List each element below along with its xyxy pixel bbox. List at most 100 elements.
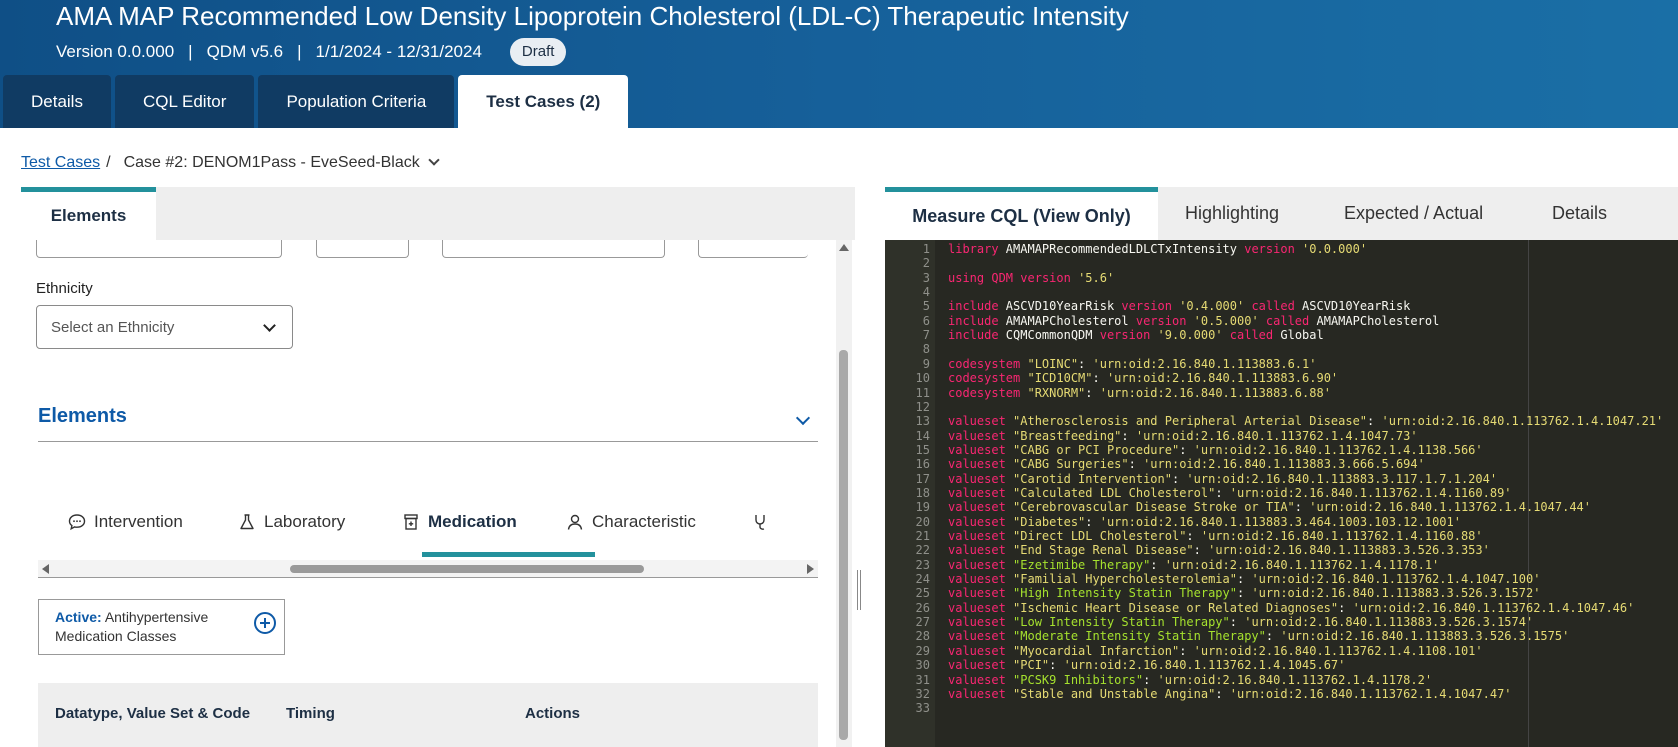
code-line: 21 valueset "Direct LDL Cholesterol": 'ur… bbox=[885, 529, 1678, 544]
tab-details[interactable]: Details bbox=[3, 75, 111, 128]
person-icon bbox=[567, 514, 583, 530]
line-number: 19 bbox=[915, 500, 930, 515]
code-line: 23 valueset "Ezetimibe Therapy": 'urn:oid… bbox=[885, 558, 1678, 573]
meta-separator: | bbox=[297, 42, 302, 61]
left-tab-bar: Elements bbox=[21, 187, 855, 240]
line-number: 22 bbox=[915, 543, 930, 558]
tab-population-criteria[interactable]: Population Criteria bbox=[258, 75, 455, 128]
line-number: 5 bbox=[922, 299, 930, 314]
data-elements-table-header: Datatype, Value Set & Code Timing Action… bbox=[38, 683, 818, 747]
stethoscope-icon bbox=[755, 515, 765, 530]
living-status-select[interactable] bbox=[316, 240, 409, 258]
code-text: codesystem "LOINC": 'urn:oid:2.16.840.1.… bbox=[948, 356, 1317, 371]
scroll-left-arrow-icon[interactable] bbox=[42, 564, 49, 574]
tab-cql-editor[interactable]: CQL Editor bbox=[114, 75, 255, 128]
race-select[interactable] bbox=[442, 240, 665, 258]
line-number: 24 bbox=[915, 572, 930, 587]
measure-period: 1/1/2024 - 12/31/2024 bbox=[315, 42, 482, 61]
line-number: 26 bbox=[915, 600, 930, 615]
ethnicity-select[interactable]: Select an Ethnicity bbox=[36, 305, 293, 349]
code-line: 6 include AMAMAPCholesterol version '0.5.… bbox=[885, 314, 1678, 329]
right-tab-bar: Measure CQL (View Only) Highlighting Exp… bbox=[885, 187, 1678, 240]
scrollbar-thumb[interactable] bbox=[290, 565, 644, 573]
code-line: 22 valueset "End Stage Renal Disease": 'u… bbox=[885, 543, 1678, 558]
code-text: valueset "Familial Hypercholesterolemia"… bbox=[948, 572, 1541, 587]
code-text: include AMAMAPCholesterol version '0.5.0… bbox=[948, 313, 1440, 328]
panel-resize-handle[interactable] bbox=[857, 570, 861, 610]
category-label: Characteristic bbox=[592, 512, 696, 531]
code-line: 3 using QDM version '5.6' bbox=[885, 271, 1678, 286]
code-line: 2 bbox=[885, 256, 1678, 271]
elements-panel: Elements Ethnicity Select an Ethnicity E… bbox=[21, 187, 855, 747]
scrollbar-thumb[interactable] bbox=[839, 350, 848, 740]
category-tab-characteristic[interactable]: Characteristic bbox=[566, 498, 696, 546]
breadcrumb-test-cases-link[interactable]: Test Cases bbox=[21, 154, 100, 172]
line-number: 32 bbox=[915, 686, 930, 701]
line-number: 21 bbox=[915, 529, 930, 543]
line-number: 33 bbox=[915, 701, 930, 716]
breadcrumb-current-case[interactable]: Case #2: DENOM1Pass - EveSeed-Black bbox=[124, 154, 420, 172]
column-header-datatype: Datatype, Value Set & Code bbox=[55, 705, 251, 722]
code-text: valueset "Calculated LDL Cholesterol": '… bbox=[948, 485, 1512, 500]
code-text: valueset "Low Intensity Statin Therapy":… bbox=[948, 615, 1534, 630]
measure-version: Version 0.0.000 bbox=[56, 42, 175, 61]
category-tab-laboratory[interactable]: Laboratory bbox=[238, 498, 345, 546]
tab-test-cases[interactable]: Test Cases (2) bbox=[458, 75, 629, 128]
birthdate-field[interactable] bbox=[36, 240, 282, 258]
code-line: 15 valueset "CABG or PCI Procedure": 'urn… bbox=[885, 443, 1678, 458]
line-number: 9 bbox=[922, 356, 930, 371]
line-number: 25 bbox=[915, 586, 930, 601]
code-line: 27 valueset "Low Intensity Statin Therapy… bbox=[885, 615, 1678, 630]
category-label: Intervention bbox=[94, 512, 183, 531]
code-text: valueset "CABG Surgeries": 'urn:oid:2.16… bbox=[948, 457, 1425, 472]
elements-section-header[interactable]: Elements bbox=[38, 395, 818, 442]
code-text: valueset "CABG or PCI Procedure": 'urn:o… bbox=[948, 442, 1483, 457]
flask-icon bbox=[240, 514, 254, 530]
line-number: 13 bbox=[915, 414, 930, 429]
vertical-scrollbar[interactable] bbox=[836, 240, 852, 747]
code-line: 20 valueset "Diabetes": 'urn:oid:2.16.840… bbox=[885, 515, 1678, 530]
cql-code-editor[interactable]: 1 library AMAMAPRecommendedLDLCTxIntensit… bbox=[885, 240, 1678, 747]
tab-right-details[interactable]: Details bbox=[1552, 187, 1607, 240]
scroll-right-arrow-icon[interactable] bbox=[807, 564, 814, 574]
code-line: 28 valueset "Moderate Intensity Statin Th… bbox=[885, 629, 1678, 644]
measure-tabs: Details CQL Editor Population Criteria T… bbox=[0, 75, 629, 128]
category-tab-more[interactable] bbox=[752, 498, 778, 546]
breadcrumb-separator: / bbox=[106, 154, 111, 171]
cql-panel: Measure CQL (View Only) Highlighting Exp… bbox=[885, 187, 1678, 747]
code-text: valueset "Ischemic Heart Disease or Rela… bbox=[948, 600, 1635, 615]
code-line: 32 valueset "Stable and Unstable Angina":… bbox=[885, 687, 1678, 702]
line-number: 2 bbox=[922, 256, 930, 271]
code-text: valueset "End Stage Renal Disease": 'urn… bbox=[948, 543, 1490, 558]
measure-header: AMA MAP Recommended Low Density Lipoprot… bbox=[0, 0, 1678, 128]
code-text: include ASCVD10YearRisk version '0.4.000… bbox=[948, 299, 1411, 314]
tab-measure-cql[interactable]: Measure CQL (View Only) bbox=[885, 187, 1158, 240]
tab-elements[interactable]: Elements bbox=[21, 187, 156, 240]
measure-title: AMA MAP Recommended Low Density Lipoprot… bbox=[56, 1, 1129, 31]
code-line: 25 valueset "High Intensity Statin Therap… bbox=[885, 586, 1678, 601]
code-line: 24 valueset "Familial Hypercholesterolemi… bbox=[885, 572, 1678, 587]
code-text: valueset "Atherosclerosis and Peripheral… bbox=[948, 414, 1664, 429]
category-label: Laboratory bbox=[264, 512, 346, 531]
tab-expected-actual[interactable]: Expected / Actual bbox=[1344, 187, 1483, 240]
add-circle-icon[interactable] bbox=[254, 612, 276, 634]
code-line: 8 bbox=[885, 342, 1678, 357]
element-category-tabs: Intervention Laboratory Medication Chara… bbox=[38, 498, 818, 557]
category-tab-medication[interactable]: Medication bbox=[402, 498, 517, 546]
tab-highlighting[interactable]: Highlighting bbox=[1185, 187, 1279, 240]
horizontal-scrollbar[interactable] bbox=[38, 560, 818, 578]
code-text: valueset "PCSK9 Inhibitors": 'urn:oid:2.… bbox=[948, 672, 1433, 687]
scroll-up-arrow-icon[interactable] bbox=[839, 244, 849, 251]
line-number: 30 bbox=[915, 658, 930, 673]
line-number: 29 bbox=[915, 643, 930, 658]
code-text: valueset "High Intensity Statin Therapy"… bbox=[948, 586, 1541, 601]
chevron-down-icon[interactable] bbox=[795, 410, 811, 426]
line-number: 31 bbox=[915, 672, 930, 687]
gender-select[interactable] bbox=[698, 240, 808, 258]
ethnicity-label: Ethnicity bbox=[36, 280, 93, 297]
code-line: 19 valueset "Cerebrovascular Disease Stro… bbox=[885, 500, 1678, 515]
category-tab-intervention[interactable]: Intervention bbox=[68, 498, 183, 546]
chevron-down-icon[interactable] bbox=[428, 154, 440, 166]
code-text: valueset "Carotid Intervention": 'urn:oi… bbox=[948, 471, 1498, 486]
code-line: 29 valueset "Myocardial Infarction": 'urn… bbox=[885, 644, 1678, 659]
